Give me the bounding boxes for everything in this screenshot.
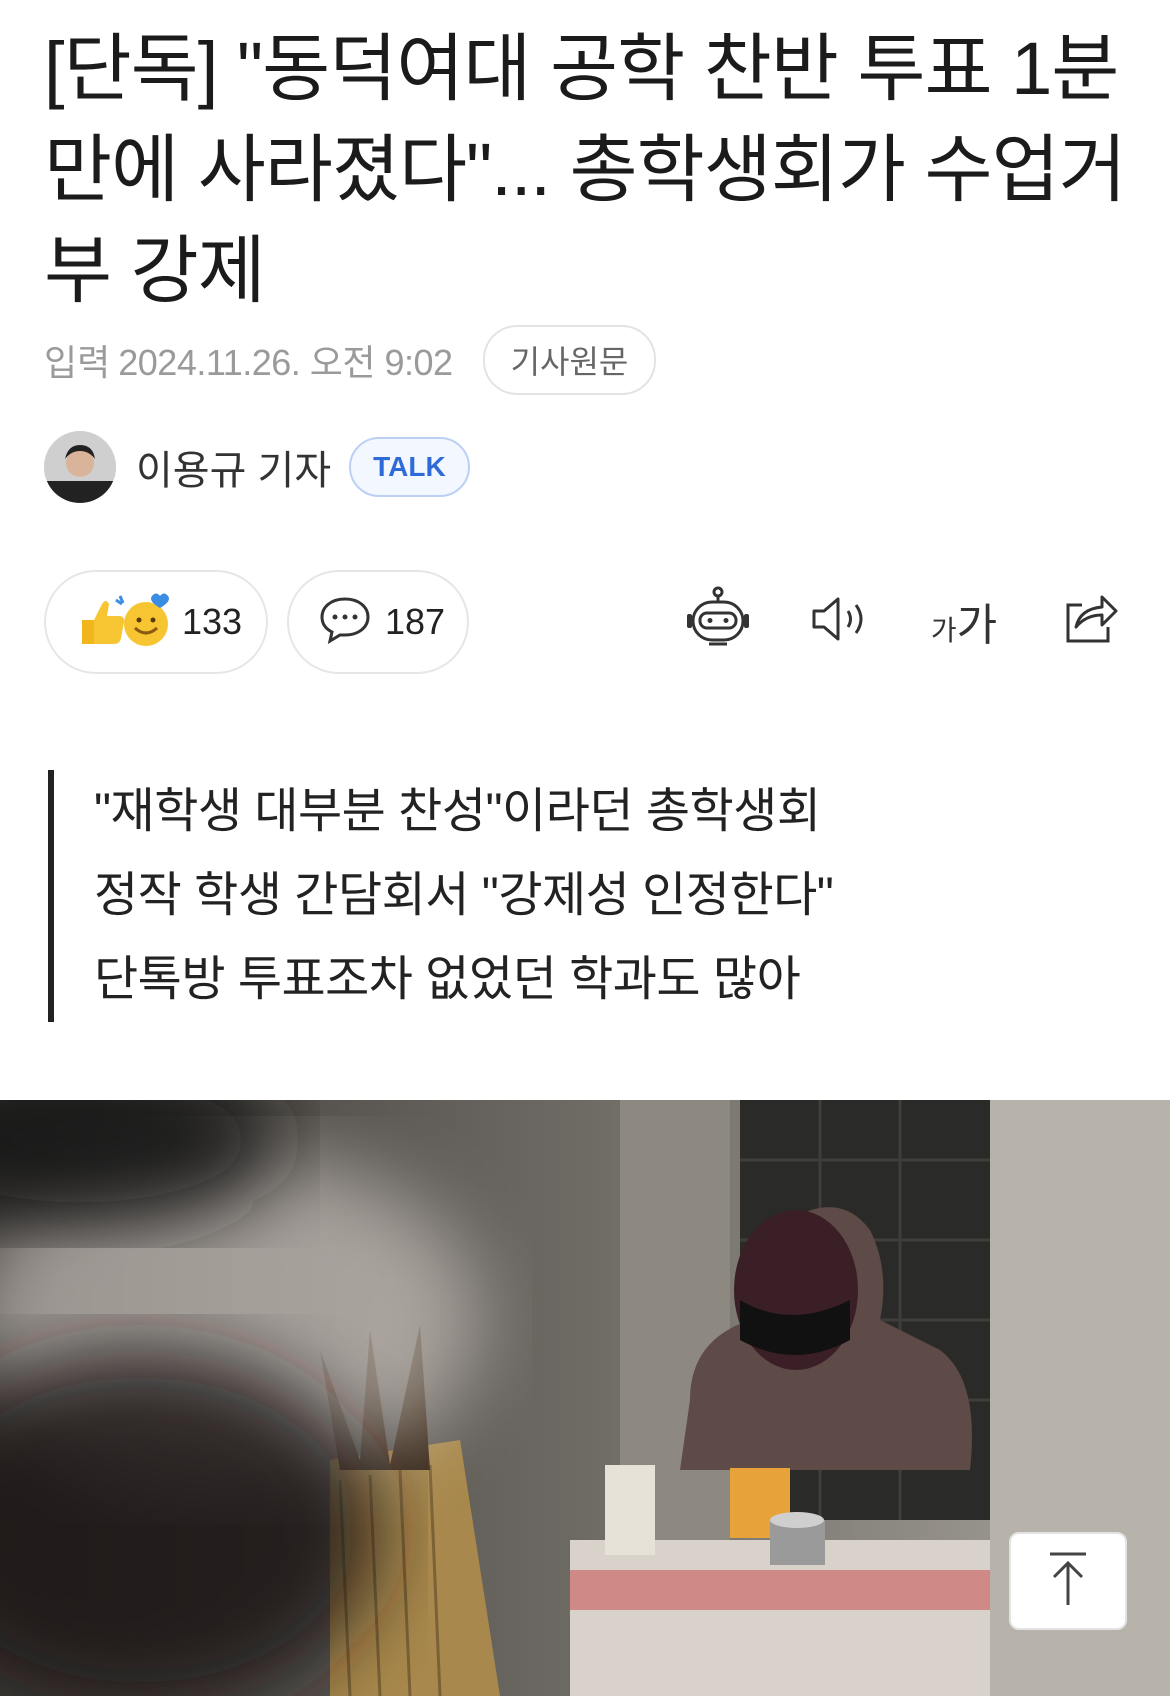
publish-date: 2024.11.26. 오전 9:02 <box>118 342 453 383</box>
summary-line: "재학생 대부분 찬성"이라던 총학생회 <box>94 785 821 838</box>
robot-icon <box>685 586 751 657</box>
font-size-small-label: 가 <box>930 615 957 646</box>
article-title: [단독] "동덕여대 공학 찬반 투표 1분 만에 사라졌다"... 총학생회가… <box>44 27 1127 312</box>
date-label: 입력 <box>44 342 111 383</box>
tts-button[interactable] <box>806 586 876 656</box>
article-meta: 입력 2024.11.26. 오전 9:02 기사원문 <box>44 325 657 395</box>
avatar-image <box>44 431 116 503</box>
original-article-button[interactable]: 기사원문 <box>482 325 657 395</box>
article-photo <box>0 1100 1170 1696</box>
scroll-top-button[interactable] <box>1009 1532 1127 1630</box>
summary-bot-button[interactable] <box>683 586 753 656</box>
font-size-icon: 가가 <box>931 589 997 653</box>
font-size-button[interactable]: 가가 <box>928 586 1000 656</box>
author-avatar[interactable] <box>44 431 116 503</box>
article-summary: "재학생 대부분 찬성"이라던 총학생회 정작 학생 간담회서 "강제성 인정한… <box>48 770 948 1022</box>
share-button[interactable] <box>1054 586 1126 656</box>
author-info: 이용규 기자 TALK <box>44 431 470 503</box>
talk-button[interactable]: TALK <box>349 437 470 497</box>
comment-button[interactable]: 187 <box>287 570 469 674</box>
font-size-large-label: 가 <box>956 601 998 650</box>
comment-count: 187 <box>385 601 446 642</box>
speaker-icon <box>810 593 872 650</box>
reaction-button[interactable]: 133 <box>44 570 268 674</box>
speech-bubble-icon <box>319 595 371 650</box>
share-icon <box>1060 591 1120 652</box>
author-name[interactable]: 이용규 기자 <box>136 438 331 496</box>
summary-line: 단톡방 투표조차 없었던 학과도 많아 <box>94 953 801 1006</box>
thumbs-up-emoji-icon <box>76 590 172 655</box>
arrow-up-icon <box>1046 1551 1090 1612</box>
reaction-count: 133 <box>182 601 243 642</box>
summary-line: 정작 학생 간담회서 "강제성 인정한다" <box>94 869 834 922</box>
